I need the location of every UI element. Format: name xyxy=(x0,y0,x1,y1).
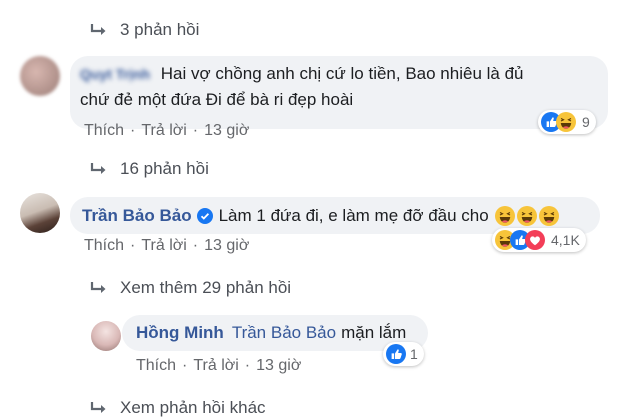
love-reaction-icon xyxy=(525,230,545,250)
tagged-user-link[interactable]: Trần Bảo Bảo xyxy=(232,320,336,346)
comment-actions-2: Thích · Trả lời · 13 giờ xyxy=(84,237,250,255)
reply-arrow-icon xyxy=(90,281,108,295)
reaction-count: 4,1K xyxy=(551,232,580,248)
replies-count-label: 16 phản hồi xyxy=(120,159,209,178)
avatar[interactable] xyxy=(20,193,60,233)
timestamp[interactable]: 13 giờ xyxy=(204,122,249,140)
reaction-count: 1 xyxy=(410,346,418,362)
haha-emoji-icon xyxy=(495,206,515,226)
other-replies-label: Xem phản hồi khác xyxy=(120,398,266,417)
haha-emoji-icon xyxy=(539,206,559,226)
view-replies-link-1[interactable]: 3 phản hồi xyxy=(90,20,199,40)
view-other-replies-link[interactable]: Xem phản hồi khác xyxy=(90,398,266,418)
reaction-count: 9 xyxy=(582,114,590,130)
timestamp[interactable]: 13 giờ xyxy=(256,357,301,375)
like-link[interactable]: Thích xyxy=(84,122,124,140)
comment-text: chứ đẻ một đứa Đi để bà ri đẹp hoài xyxy=(80,90,354,109)
more-replies-label: Xem thêm 29 phản hồi xyxy=(120,278,292,297)
reply-link[interactable]: Trả lời xyxy=(193,357,238,375)
comment-author[interactable]: Quyt Trịnh xyxy=(80,66,150,82)
like-reaction-icon xyxy=(386,344,406,364)
reply-arrow-icon xyxy=(90,401,108,415)
like-link[interactable]: Thích xyxy=(84,237,124,255)
view-more-replies-link[interactable]: Xem thêm 29 phản hồi xyxy=(90,278,291,298)
timestamp[interactable]: 13 giờ xyxy=(204,237,249,255)
reply-bubble: Hồng Minh Trần Bảo Bảo mặn lắm xyxy=(122,315,428,351)
avatar[interactable] xyxy=(91,321,121,351)
verified-badge-icon xyxy=(196,207,213,224)
reply-link[interactable]: Trả lời xyxy=(141,122,186,140)
reply-actions: Thích · Trả lời · 13 giờ xyxy=(136,357,302,375)
haha-reaction-icon xyxy=(556,112,576,132)
reply-arrow-icon xyxy=(90,162,108,176)
comment-text: Hai vợ chồng anh chị cứ lo tiền, Bao nhi… xyxy=(160,64,524,83)
replies-count-label: 3 phản hồi xyxy=(120,20,200,39)
comment-author[interactable]: Trần Bảo Bảo xyxy=(82,203,192,229)
reaction-summary-3[interactable]: 1 xyxy=(383,342,424,366)
haha-emoji-icon xyxy=(517,206,537,226)
reply-link[interactable]: Trả lời xyxy=(141,237,186,255)
reaction-summary-1[interactable]: 9 xyxy=(538,110,596,134)
comment-bubble-1: Quyt Trịnh Hai vợ chồng anh chị cứ lo ti… xyxy=(70,56,608,129)
reply-arrow-icon xyxy=(90,23,108,37)
reply-author[interactable]: Hồng Minh xyxy=(136,320,224,346)
view-replies-link-2[interactable]: 16 phản hồi xyxy=(90,159,209,179)
like-link[interactable]: Thích xyxy=(136,357,176,375)
reaction-summary-2[interactable]: 4,1K xyxy=(492,228,586,252)
comment-text: Làm 1 đứa đi, e làm mẹ đỡ đầu cho xyxy=(218,205,489,225)
comment-actions-1: Thích · Trả lời · 13 giờ xyxy=(84,122,250,140)
avatar[interactable] xyxy=(20,56,60,96)
